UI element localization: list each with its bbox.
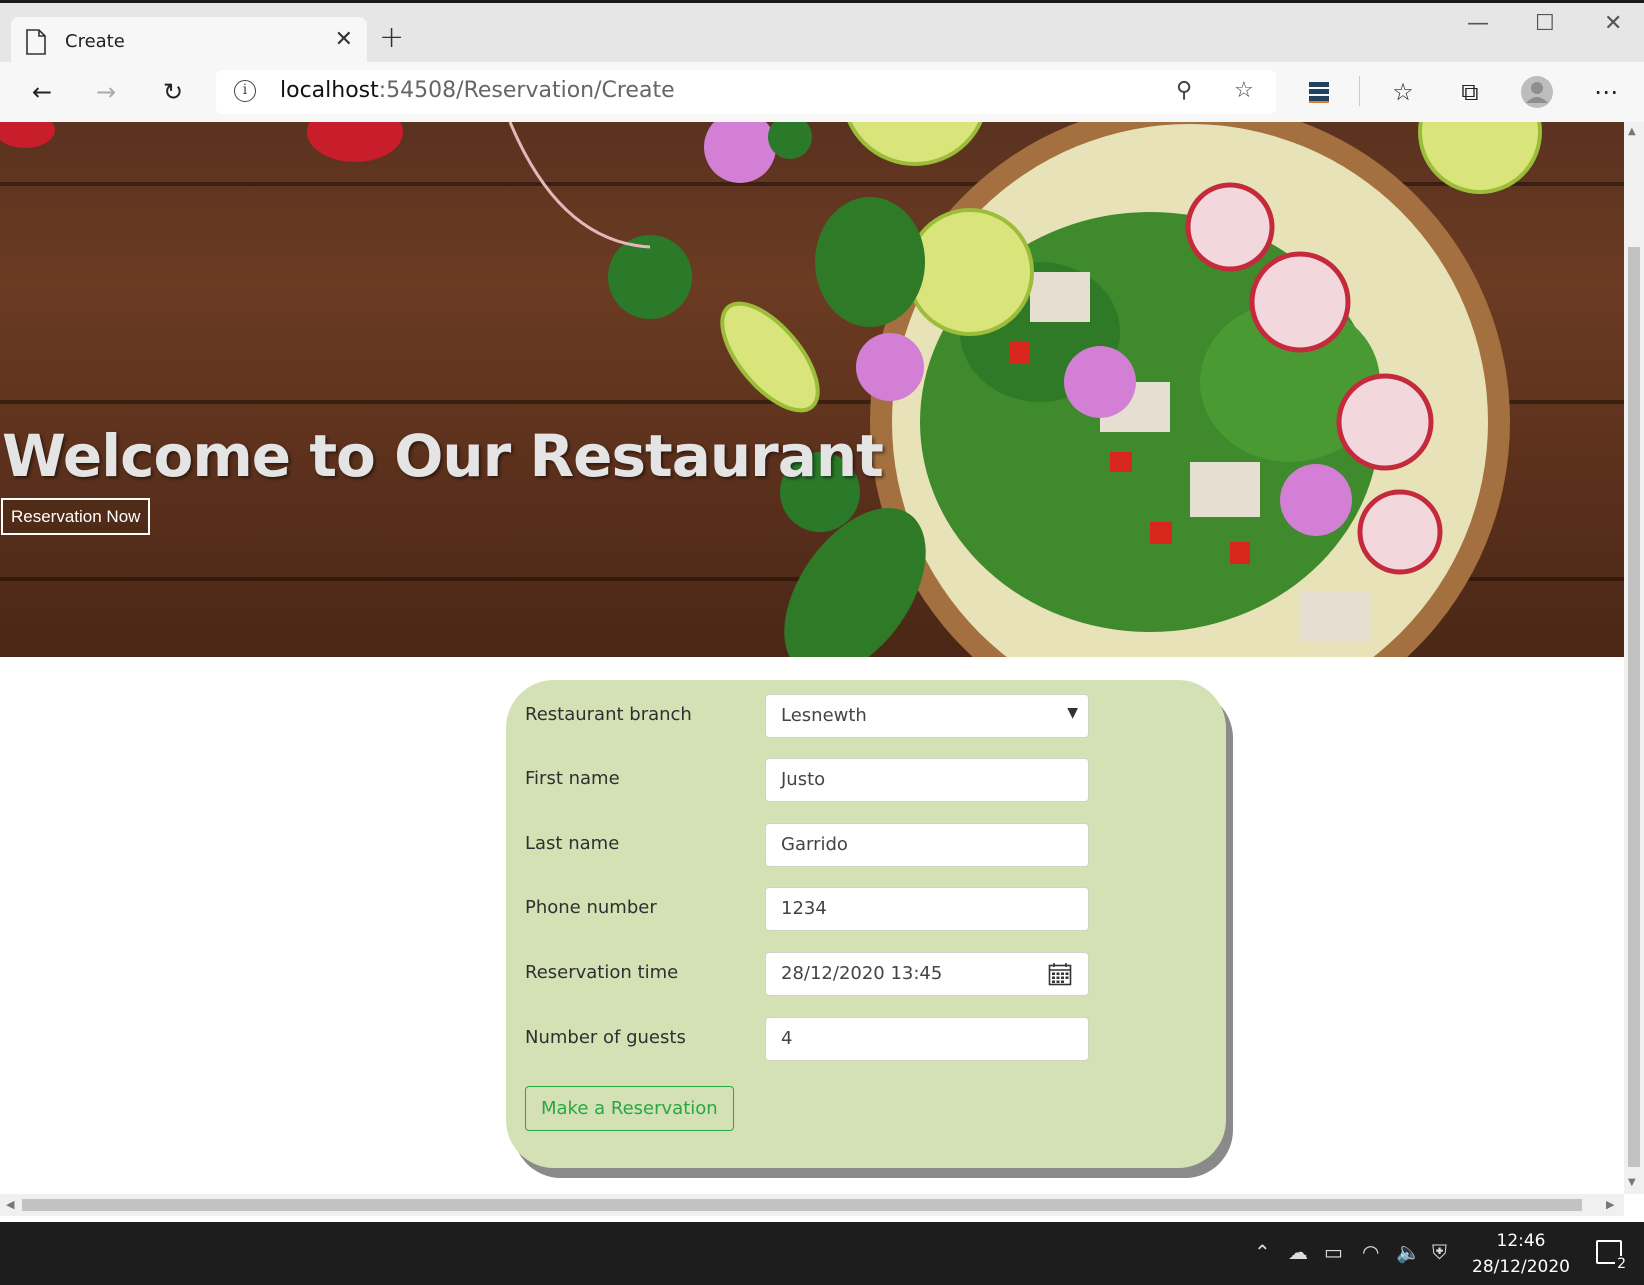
branch-select-value: Lesnewth	[781, 705, 867, 726]
close-window-icon[interactable]: ✕	[1604, 11, 1622, 36]
profile-avatar-icon[interactable]	[1519, 74, 1555, 110]
page-viewport: Welcome to Our Restaurant Reservation No…	[0, 122, 1624, 1194]
extension-icon[interactable]	[1301, 74, 1337, 110]
battery-icon[interactable]: ▭	[1324, 1240, 1343, 1264]
reservation-time-label: Reservation time	[525, 962, 679, 983]
guests-label: Number of guests	[525, 1027, 686, 1048]
url-text[interactable]: localhost:54508/Reservation/Create	[280, 78, 675, 103]
onedrive-cloud-icon[interactable]: ☁	[1288, 1240, 1308, 1264]
favorites-list-icon[interactable]: ☆	[1385, 74, 1421, 110]
favorite-star-icon[interactable]: ☆	[1234, 78, 1254, 103]
hero-title: Welcome to Our Restaurant	[2, 422, 884, 490]
last-name-row: Last name Garrido	[525, 823, 1185, 867]
phone-label: Phone number	[525, 897, 657, 918]
address-bar[interactable]: i localhost:54508/Reservation/Create ⚲ ☆	[216, 70, 1276, 114]
reservation-form: Restaurant branch Lesnewth ▼ First name …	[506, 680, 1226, 1168]
browser-titlebar: Create ✕ + — ☐ ✕	[0, 0, 1644, 65]
reservation-time-row: Reservation time 28/12/2020 13:45	[525, 952, 1185, 996]
first-name-row: First name Justo	[525, 758, 1185, 802]
wifi-icon[interactable]: ◠	[1362, 1240, 1379, 1264]
guests-value: 4	[781, 1028, 793, 1049]
new-tab-button[interactable]: +	[379, 23, 404, 53]
close-tab-icon[interactable]: ✕	[335, 27, 353, 52]
phone-row: Phone number 1234	[525, 887, 1185, 931]
calendar-icon[interactable]	[1048, 962, 1072, 986]
scroll-left-icon[interactable]: ◀	[6, 1198, 14, 1211]
chevron-up-icon[interactable]: ⌃	[1254, 1240, 1271, 1264]
branch-row: Restaurant branch Lesnewth ▼	[525, 694, 1185, 738]
reservation-time-value: 28/12/2020 13:45	[781, 963, 943, 984]
chevron-down-icon: ▼	[1067, 705, 1078, 721]
site-info-icon[interactable]: i	[234, 80, 256, 102]
clock-date: 28/12/2020	[1472, 1257, 1570, 1277]
branch-label: Restaurant branch	[525, 704, 692, 725]
first-name-value: Justo	[781, 769, 826, 790]
last-name-value: Garrido	[781, 834, 848, 855]
scroll-down-icon[interactable]: ▼	[1628, 1177, 1636, 1188]
vertical-scrollbar[interactable]: ▲ ▼	[1624, 122, 1644, 1194]
scroll-up-icon[interactable]: ▲	[1628, 126, 1636, 137]
browser-tab[interactable]: Create ✕	[11, 17, 367, 65]
reservation-time-input[interactable]: 28/12/2020 13:45	[765, 952, 1089, 996]
first-name-label: First name	[525, 768, 620, 789]
first-name-input[interactable]: Justo	[765, 758, 1089, 802]
forward-icon[interactable]: →	[88, 74, 124, 110]
tab-title: Create	[65, 31, 125, 52]
back-icon[interactable]: ←	[24, 74, 60, 110]
horizontal-scroll-thumb[interactable]	[22, 1199, 1582, 1211]
refresh-icon[interactable]: ↻	[155, 74, 191, 110]
guests-row: Number of guests 4	[525, 1017, 1185, 1061]
reservation-now-button[interactable]: Reservation Now	[1, 498, 151, 535]
food-plate-image	[0, 122, 1542, 657]
collections-icon[interactable]: ⧉	[1452, 74, 1488, 110]
url-host: localhost	[280, 78, 379, 103]
page-icon	[26, 29, 46, 55]
scroll-right-icon[interactable]: ▶	[1606, 1198, 1614, 1211]
notification-center-icon[interactable]: 2	[1596, 1240, 1628, 1272]
vertical-scroll-thumb[interactable]	[1628, 247, 1640, 1167]
url-path: :54508/Reservation/Create	[378, 78, 675, 103]
browser-toolbar: ← → ↻ i localhost:54508/Reservation/Crea…	[0, 62, 1644, 122]
hero-banner: Welcome to Our Restaurant Reservation No…	[0, 122, 1624, 657]
system-clock[interactable]: 12:46 28/12/2020	[1466, 1228, 1576, 1280]
volume-icon[interactable]: 🔈	[1396, 1240, 1421, 1264]
make-reservation-button[interactable]: Make a Reservation	[525, 1086, 734, 1131]
windows-taskbar: ⌃ ☁ ▭ ◠ 🔈 ⛨ 12:46 28/12/2020 2	[0, 1222, 1644, 1285]
zoom-icon[interactable]: ⚲	[1176, 78, 1192, 103]
last-name-input[interactable]: Garrido	[765, 823, 1089, 867]
notification-count: 2	[1615, 1256, 1628, 1272]
phone-input[interactable]: 1234	[765, 887, 1089, 931]
phone-value: 1234	[781, 898, 827, 919]
clock-time: 12:46	[1496, 1231, 1546, 1251]
maximize-icon[interactable]: ☐	[1535, 11, 1555, 36]
branch-select[interactable]: Lesnewth ▼	[765, 694, 1089, 738]
guests-input[interactable]: 4	[765, 1017, 1089, 1061]
security-shield-icon[interactable]: ⛨	[1432, 1240, 1447, 1264]
last-name-label: Last name	[525, 833, 620, 854]
toolbar-divider	[1359, 76, 1360, 106]
more-menu-icon[interactable]: ⋯	[1588, 74, 1624, 110]
minimize-icon[interactable]: —	[1467, 11, 1489, 36]
horizontal-scrollbar[interactable]: ◀ ▶	[0, 1194, 1624, 1216]
